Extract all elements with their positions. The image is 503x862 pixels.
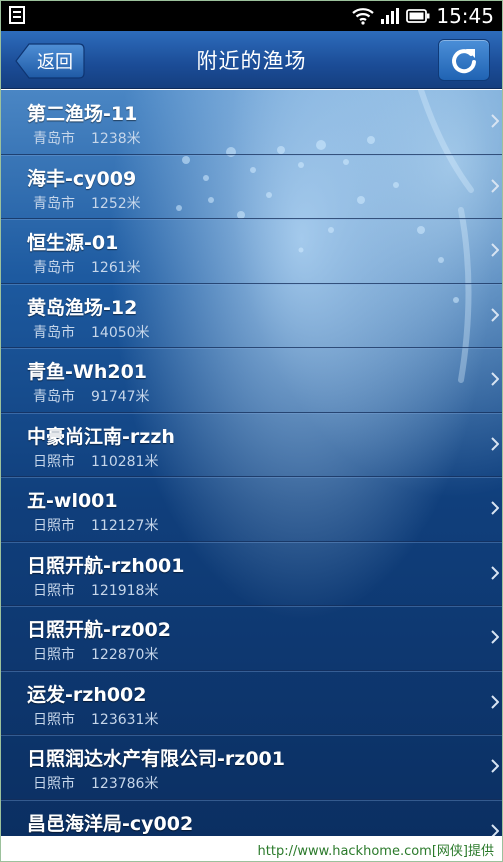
fishery-name: 五-wl001 <box>27 490 118 512</box>
fishery-list[interactable]: 第二渔场-11 青岛市 1238米海丰-cy009 青岛市 1252米恒生源-01 青岛市… <box>1 90 502 836</box>
fishery-city: 日照市 <box>33 518 75 534</box>
fishery-info: 青岛市 1261米 <box>33 257 141 277</box>
status-time: 15:45 <box>436 4 494 28</box>
fishery-name: 中豪尚江南-rzzh <box>27 425 175 448</box>
fishery-city: 日照市 <box>33 647 75 663</box>
fishery-name: 日照润达水产有限公司-rz001 <box>27 748 285 770</box>
list-item[interactable]: 日照开航-rzh001 日照市 121918米 <box>1 542 502 606</box>
refresh-button[interactable] <box>438 39 490 81</box>
fishery-distance: 91747米 <box>91 389 150 405</box>
fishery-info: 日照市 123786米 <box>33 773 158 793</box>
fishery-name: 恒生源-01 <box>27 232 119 254</box>
chevron-right-icon <box>491 436 499 451</box>
fishery-name: 昌邑海洋局-cy002 <box>27 812 194 835</box>
fishery-city: 青岛市 <box>33 324 75 341</box>
fishery-city: 青岛市 <box>33 195 75 212</box>
fishery-distance: 1261米 <box>91 260 141 276</box>
chevron-right-icon <box>491 307 499 322</box>
list-item[interactable]: 日照开航-rz002 日照市 122870米 <box>1 606 502 671</box>
fishery-distance: 1238米 <box>91 131 141 147</box>
battery-icon <box>406 9 430 23</box>
refresh-icon <box>452 49 476 74</box>
fishery-name: 黄岛渔场-12 <box>27 296 138 319</box>
fishery-name: 海丰-cy009 <box>27 167 137 190</box>
fishery-city: 日照市 <box>33 711 75 728</box>
list-item[interactable]: 五-wl001 日照市 112127米 <box>1 477 502 542</box>
chevron-right-icon <box>491 501 499 515</box>
fishery-info: 日照市 121918米 <box>33 580 158 600</box>
fishery-name: 日照开航-rz002 <box>27 619 171 641</box>
list-item[interactable]: 中豪尚江南-rzzh 日照市 110281米 <box>1 413 502 477</box>
list-item[interactable]: 昌邑海洋局-cy002 <box>1 800 502 836</box>
fishery-distance: 112127米 <box>91 518 159 534</box>
list-item[interactable]: 运发-rzh002 日照市 123631米 <box>1 671 502 735</box>
notification-icon <box>9 6 25 24</box>
fishery-name: 青鱼-Wh201 <box>27 361 148 383</box>
chevron-right-icon <box>491 178 499 193</box>
list-item[interactable]: 恒生源-01 青岛市 1261米 <box>1 219 502 284</box>
signal-icon <box>381 8 400 24</box>
fishery-info: 青岛市 1252米 <box>33 193 141 213</box>
chevron-right-icon <box>491 694 499 709</box>
watermark: http://www.hackhome.com[网侠]提供 <box>1 836 502 861</box>
chevron-right-icon <box>491 372 499 386</box>
fishery-distance: 123631米 <box>91 711 159 728</box>
chevron-right-icon <box>491 759 499 773</box>
chevron-right-icon <box>491 114 499 128</box>
fishery-distance: 110281米 <box>91 453 159 470</box>
fishery-info: 青岛市 1238米 <box>33 128 141 148</box>
fishery-city: 青岛市 <box>33 389 75 405</box>
fishery-city: 日照市 <box>33 582 75 599</box>
back-button-label: 返回 <box>37 52 73 73</box>
fishery-city: 日照市 <box>33 776 75 792</box>
wifi-icon <box>352 8 375 25</box>
list-item[interactable]: 海丰-cy009 青岛市 1252米 <box>1 155 502 219</box>
chevron-right-icon <box>491 823 499 836</box>
fishery-distance: 122870米 <box>91 647 159 663</box>
fishery-city: 青岛市 <box>33 131 75 147</box>
fishery-city: 日照市 <box>33 453 75 470</box>
fishery-name: 日照开航-rzh001 <box>27 554 185 577</box>
chevron-right-icon <box>491 630 499 644</box>
list-item[interactable]: 第二渔场-11 青岛市 1238米 <box>1 90 502 155</box>
page-title: 附近的渔场 <box>196 49 307 73</box>
chevron-right-icon <box>491 243 499 257</box>
fishery-city: 青岛市 <box>33 260 75 276</box>
fishery-distance: 121918米 <box>91 582 159 599</box>
fishery-info: 青岛市 91747米 <box>33 386 150 406</box>
back-button[interactable]: 返回 <box>15 43 85 79</box>
fishery-info: 日照市 110281米 <box>33 451 158 471</box>
fishery-info: 日照市 123631米 <box>33 709 158 729</box>
fishery-name: 第二渔场-11 <box>27 103 138 125</box>
fishery-info: 日照市 122870米 <box>33 644 158 664</box>
fishery-distance: 123786米 <box>91 776 159 792</box>
status-indicators: 15:45 <box>352 3 494 29</box>
fishery-distance: 1252米 <box>91 195 141 212</box>
list-item[interactable]: 日照润达水产有限公司-rz001 日照市 123786米 <box>1 735 502 800</box>
fishery-name: 运发-rzh002 <box>27 683 147 706</box>
list-item[interactable]: 青鱼-Wh201 青岛市 91747米 <box>1 348 502 413</box>
list-item[interactable]: 黄岛渔场-12 青岛市 14050米 <box>1 284 502 348</box>
fishery-info: 青岛市 14050米 <box>33 322 150 342</box>
chevron-right-icon <box>491 565 499 580</box>
fishery-distance: 14050米 <box>91 324 150 341</box>
fishery-info: 日照市 112127米 <box>33 515 158 535</box>
app-header: 返回 附近的渔场 <box>1 31 502 89</box>
status-bar: 15:45 <box>1 1 502 31</box>
